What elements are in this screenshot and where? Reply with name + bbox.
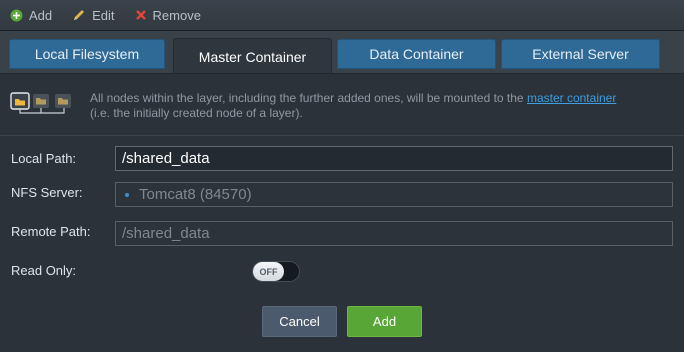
tab-local-filesystem[interactable]: Local Filesystem: [9, 39, 165, 69]
remote-path-field: /shared_data: [115, 221, 673, 246]
tab-label: Master Container: [198, 48, 307, 65]
pencil-icon: [74, 10, 85, 20]
nfs-server-field: Tomcat8 (84570): [115, 182, 673, 207]
toolbar: Add Edit Remove: [0, 0, 684, 31]
toolbar-add-button[interactable]: Add: [10, 8, 52, 23]
add-button[interactable]: Add: [347, 306, 422, 337]
info-text-after: (i.e. the initially created node of a la…: [90, 106, 303, 120]
info-row: All nodes within the layer, including th…: [0, 74, 684, 136]
tab-label: Local Filesystem: [34, 46, 140, 62]
tab-external-server[interactable]: External Server: [501, 39, 660, 69]
plus-circle-icon: [10, 9, 23, 21]
master-container-panel: All nodes within the layer, including th…: [0, 73, 684, 352]
nfs-server-value: Tomcat8 (84570): [139, 186, 252, 203]
toolbar-remove-button[interactable]: Remove: [135, 8, 201, 23]
tab-master-container[interactable]: Master Container: [173, 38, 332, 74]
info-text-before: All nodes within the layer, including th…: [90, 91, 527, 105]
toolbar-remove-label: Remove: [152, 7, 201, 23]
info-text: All nodes within the layer, including th…: [90, 91, 675, 121]
toggle-knob: OFF: [253, 262, 284, 281]
toolbar-edit-button[interactable]: Edit: [72, 7, 115, 23]
toolbar-add-label: Add: [29, 7, 53, 23]
tab-bar: Local Filesystem Master Container Data C…: [0, 31, 684, 74]
bullet-icon: [125, 192, 129, 197]
nodes-folder-icon: [10, 92, 71, 114]
tab-label: External Server: [532, 46, 629, 62]
remote-path-label: Remote Path:: [11, 224, 91, 239]
cancel-button[interactable]: Cancel: [262, 306, 337, 337]
nfs-server-label: NFS Server:: [11, 185, 83, 200]
tab-data-container[interactable]: Data Container: [337, 39, 496, 69]
local-path-input[interactable]: /shared_data: [115, 146, 673, 171]
local-path-value: /shared_data: [122, 150, 210, 167]
master-container-link[interactable]: master container: [527, 91, 616, 105]
read-only-toggle[interactable]: OFF: [252, 261, 300, 282]
remote-path-value: /shared_data: [122, 225, 210, 242]
tab-label: Data Container: [369, 46, 464, 62]
toolbar-edit-label: Edit: [92, 7, 115, 23]
local-path-label: Local Path:: [11, 151, 77, 166]
x-icon: [135, 10, 146, 20]
read-only-label: Read Only:: [11, 263, 77, 278]
